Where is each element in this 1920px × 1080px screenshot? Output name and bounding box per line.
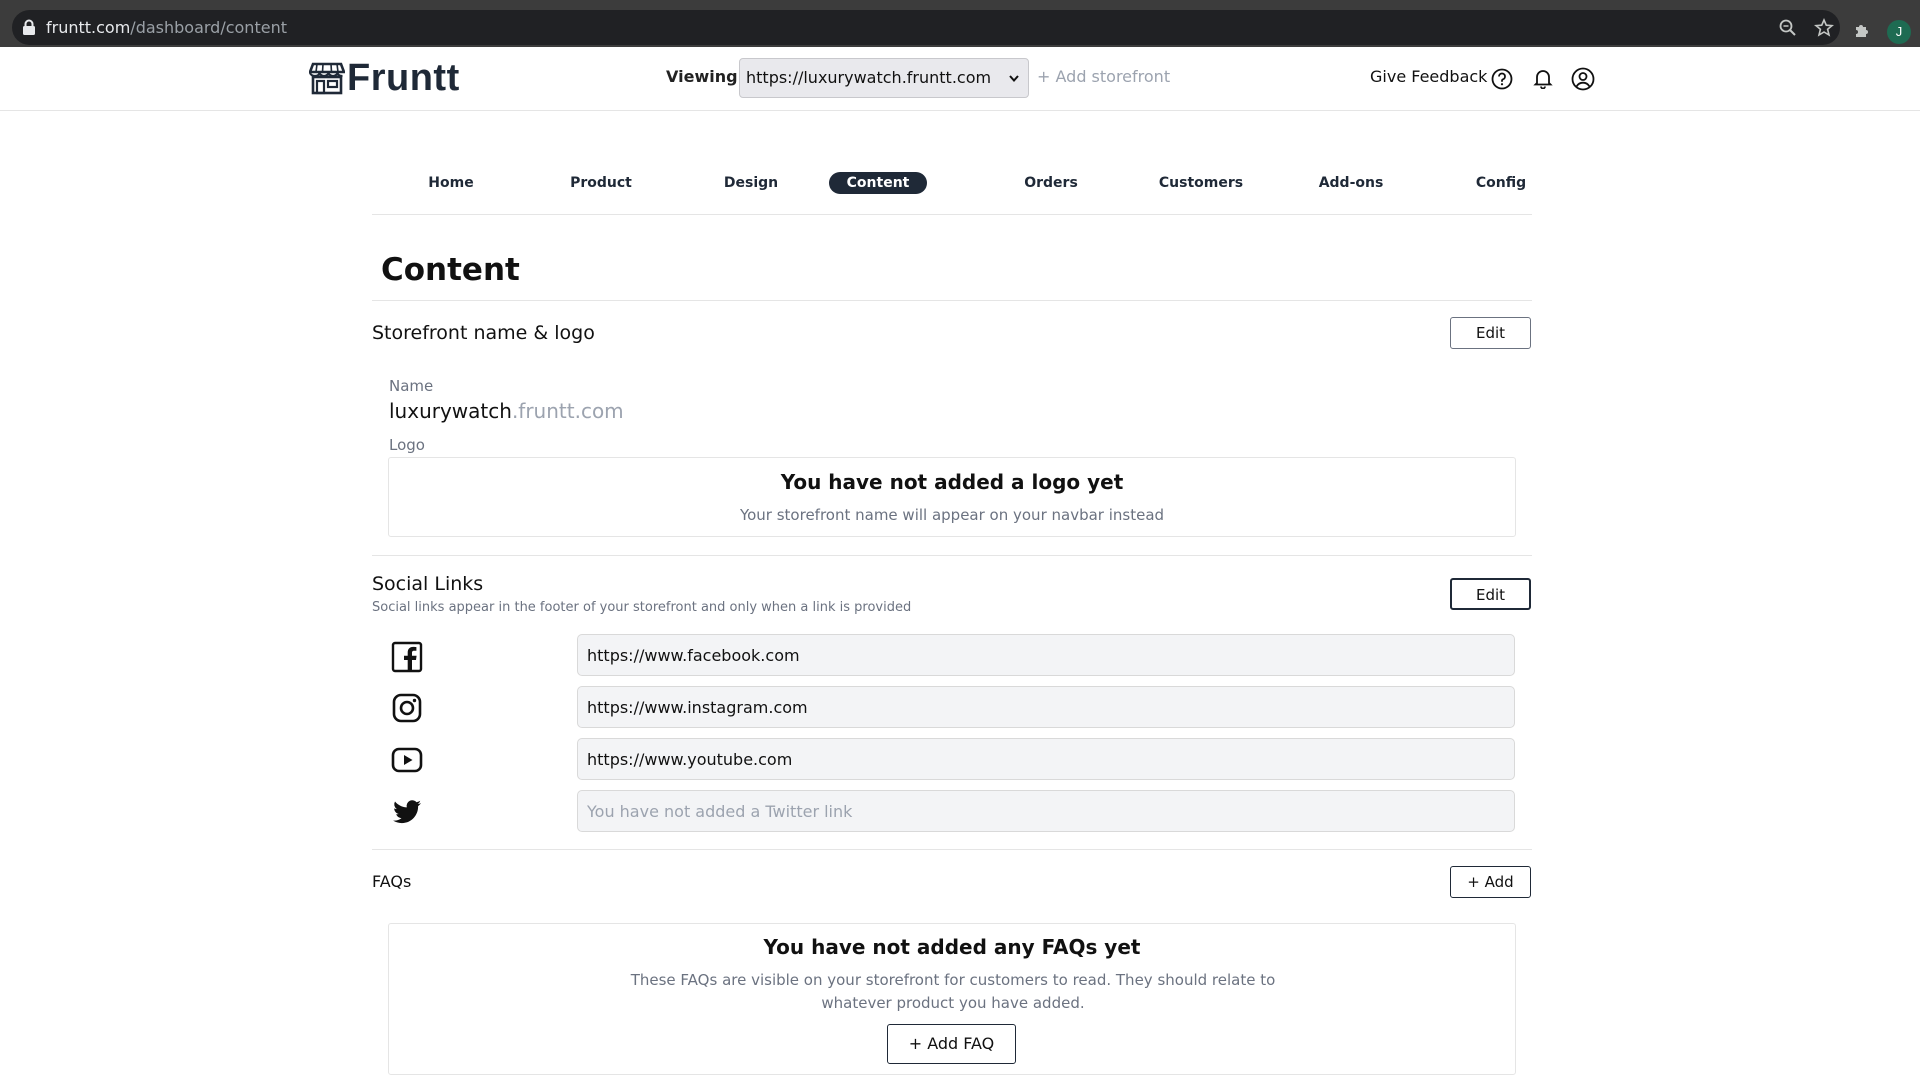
logo-label: Logo [389,436,425,454]
logo-empty-title: You have not added a logo yet [780,470,1124,494]
tab-content[interactable]: Content [829,172,927,194]
divider [372,555,1532,556]
add-faq-header-button[interactable]: + Add [1450,866,1531,898]
page-title: Content [381,252,520,288]
storefront-name-domain: .fruntt.com [511,399,624,423]
divider [372,300,1532,301]
storefront-select[interactable]: https://luxurywatch.fruntt.com [739,58,1029,98]
dashboard-tabs: Home Product Design Content Orders Custo… [372,170,1532,215]
account-icon[interactable] [1571,67,1595,91]
storefront-name: luxurywatch.fruntt.com [389,399,624,423]
lock-icon[interactable] [22,19,36,36]
social-section-subtitle: Social links appear in the footer of you… [372,600,912,615]
faqs-section-title: FAQs [372,872,412,891]
instagram-icon [392,693,422,723]
name-label: Name [389,377,434,395]
social-edit-button[interactable]: Edit [1450,578,1531,610]
facebook-icon [391,641,423,673]
profile-avatar[interactable]: J [1887,20,1911,44]
chevron-down-icon [1009,75,1019,83]
bookmark-star-icon[interactable] [1814,18,1834,38]
storefront-select-value: https://luxurywatch.fruntt.com [746,68,992,87]
logo-empty-state: You have not added a logo yet Your store… [388,457,1516,537]
url-text: fruntt.com/dashboard/content [46,18,287,37]
faqs-empty-title: You have not added any FAQs yet [763,935,1141,959]
bell-icon[interactable] [1532,67,1554,89]
youtube-icon [391,747,423,773]
facebook-link-value: https://www.facebook.com [587,646,800,665]
faqs-empty-subtitle: These FAQs are visible on your storefron… [630,971,1276,1012]
youtube-link-field[interactable]: https://www.youtube.com [577,738,1515,780]
address-bar[interactable]: fruntt.com/dashboard/content [12,10,1840,45]
tab-product[interactable]: Product [552,172,650,194]
browser-toolbar: fruntt.com/dashboard/content J [0,7,1920,47]
tab-design[interactable]: Design [702,172,800,194]
extensions-puzzle-icon[interactable] [1853,20,1873,40]
site-header: Fruntt Viewing: https://luxurywatch.frun… [0,47,1920,111]
url-path: /dashboard/content [130,18,287,37]
twitter-link-field[interactable]: You have not added a Twitter link [577,790,1515,832]
viewing-label: Viewing: [666,67,744,86]
logo-empty-subtitle: Your storefront name will appear on your… [739,506,1165,524]
logo[interactable]: Fruntt [309,56,460,99]
instagram-link-field[interactable]: https://www.instagram.com [577,686,1515,728]
give-feedback-link[interactable]: Give Feedback [1370,67,1487,86]
facebook-link-field[interactable]: https://www.facebook.com [577,634,1515,676]
storefront-edit-button[interactable]: Edit [1450,317,1531,349]
storefront-logo-icon [309,62,345,95]
tab-home[interactable]: Home [402,172,500,194]
browser-tabstrip [0,0,1920,7]
tab-config[interactable]: Config [1452,172,1550,194]
social-section-title: Social Links [372,573,484,595]
url-domain: fruntt.com [46,18,131,37]
add-faq-button[interactable]: + Add FAQ [887,1024,1016,1064]
zoom-icon[interactable] [1778,18,1798,38]
twitter-icon [393,800,421,824]
tab-add-ons[interactable]: Add-ons [1302,172,1400,194]
logo-text: Fruntt [347,56,460,99]
youtube-link-value: https://www.youtube.com [587,750,793,769]
instagram-link-value: https://www.instagram.com [587,698,808,717]
help-icon[interactable] [1491,68,1513,90]
storefront-name-value: luxurywatch [389,399,512,423]
storefront-section-title: Storefront name & logo [372,322,595,344]
divider [372,849,1532,850]
tab-orders[interactable]: Orders [1002,172,1100,194]
add-storefront-link[interactable]: + Add storefront [1037,67,1170,86]
twitter-link-placeholder: You have not added a Twitter link [587,802,853,821]
tab-customers[interactable]: Customers [1142,172,1260,194]
